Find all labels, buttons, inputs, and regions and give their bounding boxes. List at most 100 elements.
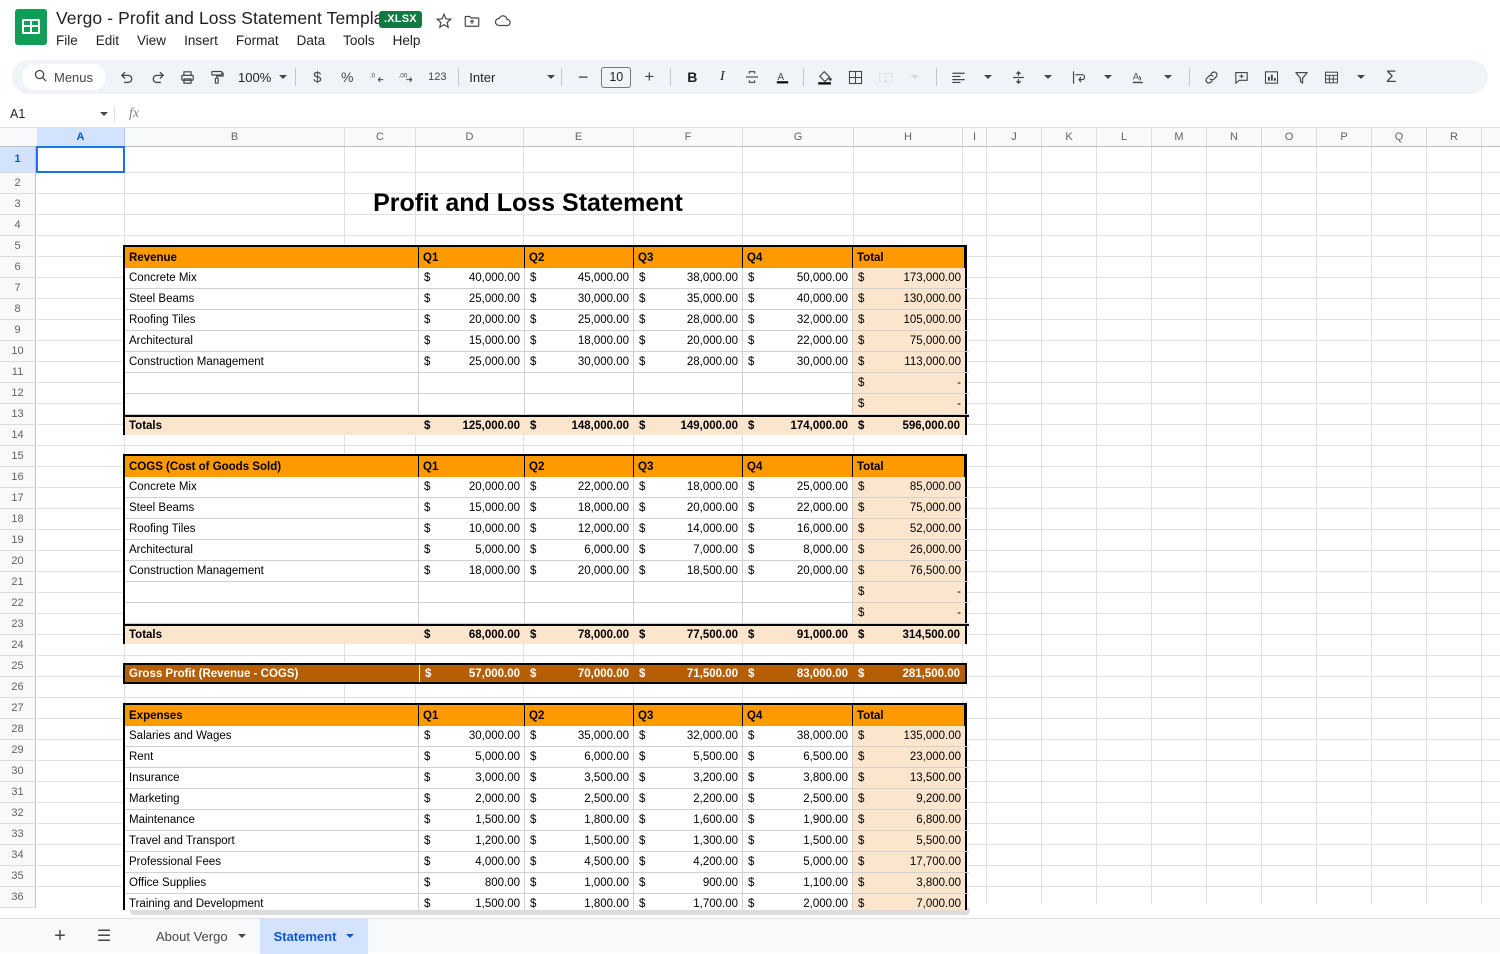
table-row[interactable]: $ - bbox=[125, 603, 969, 624]
menus-search-button[interactable]: Menus bbox=[22, 64, 107, 90]
row-header-19[interactable]: 19 bbox=[0, 530, 36, 551]
horizontal-align-dropdown[interactable] bbox=[974, 63, 1002, 91]
name-box[interactable]: A1 bbox=[10, 103, 108, 125]
row-header-29[interactable]: 29 bbox=[0, 740, 36, 761]
row-header-34[interactable]: 34 bbox=[0, 845, 36, 866]
column-header-i[interactable]: I bbox=[963, 128, 987, 146]
star-icon[interactable] bbox=[435, 12, 453, 30]
print-button[interactable] bbox=[173, 63, 201, 91]
menu-tools[interactable]: Tools bbox=[334, 31, 384, 50]
table-row[interactable]: $ - bbox=[125, 582, 969, 603]
decrease-font-size-button[interactable]: − bbox=[569, 63, 597, 91]
row-header-23[interactable]: 23 bbox=[0, 614, 36, 635]
row-header-35[interactable]: 35 bbox=[0, 866, 36, 887]
merge-cells-button[interactable] bbox=[871, 63, 899, 91]
add-sheet-icon[interactable]: + bbox=[44, 920, 76, 952]
increase-font-size-button[interactable]: + bbox=[635, 63, 663, 91]
menu-view[interactable]: View bbox=[128, 31, 175, 50]
row-header-17[interactable]: 17 bbox=[0, 488, 36, 509]
row-header-16[interactable]: 16 bbox=[0, 467, 36, 488]
row-header-21[interactable]: 21 bbox=[0, 572, 36, 593]
row-header-33[interactable]: 33 bbox=[0, 824, 36, 845]
italic-button[interactable]: I bbox=[708, 63, 736, 91]
row-header-3[interactable]: 3 bbox=[0, 194, 36, 215]
revenue-totals-row[interactable]: Totals $125,000.00 $148,000.00 $149,000.00 $… bbox=[125, 415, 969, 435]
cogs-totals-row[interactable]: Totals $68,000.00 $78,000.00 $77,500.00 $91,… bbox=[125, 624, 969, 644]
row-header-18[interactable]: 18 bbox=[0, 509, 36, 530]
row-header-24[interactable]: 24 bbox=[0, 635, 36, 656]
table-row[interactable]: Concrete Mix $40,000.00 $45,000.00 $38,000.… bbox=[125, 268, 969, 289]
move-to-folder-icon[interactable] bbox=[463, 12, 481, 30]
row-header-22[interactable]: 22 bbox=[0, 593, 36, 614]
paint-format-button[interactable] bbox=[203, 63, 231, 91]
document-title[interactable]: Vergo - Profit and Loss Statement Templa… bbox=[56, 8, 398, 29]
chevron-down-icon[interactable] bbox=[100, 111, 108, 116]
column-header-b[interactable]: B bbox=[125, 128, 345, 146]
vertical-align-dropdown[interactable] bbox=[1034, 63, 1062, 91]
row-header-13[interactable]: 13 bbox=[0, 404, 36, 425]
table-row[interactable]: $ - bbox=[125, 394, 969, 415]
table-row[interactable]: Construction Management $25,000.00 $30,000… bbox=[125, 352, 969, 373]
insert-chart-button[interactable] bbox=[1257, 63, 1285, 91]
strikethrough-button[interactable] bbox=[738, 63, 766, 91]
row-header-27[interactable]: 27 bbox=[0, 698, 36, 719]
table-row[interactable]: Roofing Tiles $10,000.00 $12,000.00 $14,000… bbox=[125, 519, 969, 540]
text-wrap-button[interactable] bbox=[1064, 63, 1092, 91]
percent-format-button[interactable]: % bbox=[333, 63, 361, 91]
column-header-k[interactable]: K bbox=[1042, 128, 1097, 146]
row-header-36[interactable]: 36 bbox=[0, 887, 36, 908]
column-header-q[interactable]: Q bbox=[1372, 128, 1427, 146]
table-row[interactable]: Architectural $15,000.00 $18,000.00 $20,000… bbox=[125, 331, 969, 352]
table-row[interactable]: Roofing Tiles $20,000.00 $25,000.00 $28,000… bbox=[125, 310, 969, 331]
sheet-title[interactable]: Profit and Loss Statement bbox=[123, 189, 933, 218]
text-rotation-dropdown[interactable] bbox=[1154, 63, 1182, 91]
text-rotation-button[interactable]: A bbox=[1124, 63, 1152, 91]
font-family-selector[interactable]: Inter bbox=[469, 70, 556, 85]
column-header-d[interactable]: D bbox=[416, 128, 524, 146]
table-row[interactable]: Salaries and Wages $30,000.00 $35,000.00 $3… bbox=[125, 726, 969, 747]
row-header-9[interactable]: 9 bbox=[0, 320, 36, 341]
table-row[interactable]: Rent $5,000.00 $6,000.00 $5,500.00 $6,500.00… bbox=[125, 747, 969, 768]
sheet-tab-about-vergo[interactable]: About Vergo bbox=[142, 919, 260, 954]
row-header-20[interactable]: 20 bbox=[0, 551, 36, 572]
column-header-p[interactable]: P bbox=[1317, 128, 1372, 146]
horizontal-align-button[interactable] bbox=[944, 63, 972, 91]
all-sheets-icon[interactable]: ☰ bbox=[88, 920, 120, 952]
currency-format-button[interactable]: $ bbox=[303, 63, 331, 91]
vertical-align-button[interactable] bbox=[1004, 63, 1032, 91]
table-row[interactable]: Construction Management $18,000.00 $20,000… bbox=[125, 561, 969, 582]
undo-button[interactable] bbox=[113, 63, 141, 91]
table-row[interactable]: Concrete Mix $20,000.00 $22,000.00 $18,000.… bbox=[125, 477, 969, 498]
row-header-32[interactable]: 32 bbox=[0, 803, 36, 824]
menu-insert[interactable]: Insert bbox=[175, 31, 227, 50]
menu-edit[interactable]: Edit bbox=[87, 31, 128, 50]
zoom-selector[interactable]: 100% bbox=[232, 70, 289, 85]
column-header-n[interactable]: N bbox=[1207, 128, 1262, 146]
font-size-input[interactable]: 10 bbox=[601, 66, 632, 88]
chevron-down-icon[interactable] bbox=[237, 934, 246, 938]
table-row[interactable]: Training and Development $1,500.00 $1,800.… bbox=[125, 894, 969, 910]
cloud-saved-icon[interactable] bbox=[493, 12, 511, 30]
selected-cell-a1[interactable] bbox=[36, 146, 125, 173]
row-header-28[interactable]: 28 bbox=[0, 719, 36, 740]
pivot-table-button[interactable] bbox=[1317, 63, 1345, 91]
row-header-10[interactable]: 10 bbox=[0, 341, 36, 362]
row-header-2[interactable]: 2 bbox=[0, 173, 36, 194]
row-header-30[interactable]: 30 bbox=[0, 761, 36, 782]
row-header-12[interactable]: 12 bbox=[0, 383, 36, 404]
menu-data[interactable]: Data bbox=[288, 31, 335, 50]
column-header-f[interactable]: F bbox=[634, 128, 743, 146]
redo-button[interactable] bbox=[143, 63, 171, 91]
column-header-g[interactable]: G bbox=[743, 128, 854, 146]
row-header-26[interactable]: 26 bbox=[0, 677, 36, 698]
insert-link-button[interactable] bbox=[1197, 63, 1225, 91]
menu-help[interactable]: Help bbox=[384, 31, 430, 50]
create-filter-button[interactable] bbox=[1287, 63, 1315, 91]
gross-profit-row[interactable]: Gross Profit (Revenue - COGS) $ 57,000.0… bbox=[123, 663, 967, 684]
row-header-8[interactable]: 8 bbox=[0, 299, 36, 320]
row-header-25[interactable]: 25 bbox=[0, 656, 36, 677]
column-header-r[interactable]: R bbox=[1427, 128, 1482, 146]
row-header-4[interactable]: 4 bbox=[0, 215, 36, 236]
table-row[interactable]: Architectural $5,000.00 $6,000.00 $7,000.00… bbox=[125, 540, 969, 561]
pivot-table-dropdown[interactable] bbox=[1347, 63, 1375, 91]
